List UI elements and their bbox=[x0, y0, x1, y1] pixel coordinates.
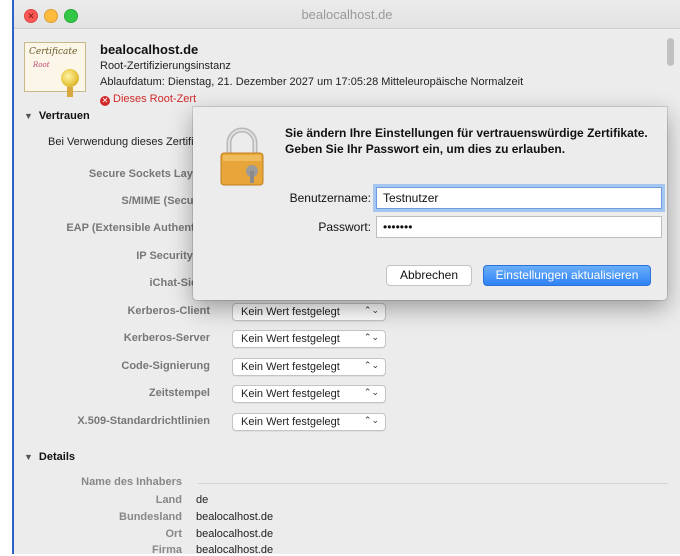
window-title: bealocalhost.de bbox=[301, 7, 393, 22]
certificate-icon: Certificate Root bbox=[24, 42, 86, 97]
chevron-updown-icon: ⌃⌄ bbox=[363, 387, 379, 397]
popup-value: Kein Wert festgelegt bbox=[241, 361, 340, 373]
details-section-toggle[interactable]: ▼ Details bbox=[24, 451, 75, 463]
chevron-updown-icon: ⌃⌄ bbox=[363, 305, 379, 315]
details-value-organization: bealocalhost.de bbox=[196, 544, 274, 556]
details-value-state: bealocalhost.de bbox=[196, 511, 274, 523]
trust-row-label-code-signing: Code-Signierung bbox=[121, 360, 210, 372]
subject-heading: Name des Inhabers bbox=[81, 476, 182, 488]
seal-ribbon bbox=[67, 87, 73, 97]
timestamp-popup[interactable]: Kein Wert festgelegt ⌃⌄ bbox=[232, 385, 386, 403]
details-label-city: Ort bbox=[165, 528, 183, 540]
certificate-warning: ✕ Dieses Root-Zert bbox=[100, 93, 196, 106]
disclosure-triangle-icon: ▼ bbox=[24, 452, 33, 462]
trust-row-label-timestamp: Zeitstempel bbox=[148, 387, 210, 399]
trust-row-label-eap: EAP (Extensible Authentica bbox=[66, 222, 210, 234]
authentication-sheet: Sie ändern Ihre Einstellungen für vertra… bbox=[193, 107, 667, 300]
cancel-button[interactable]: Abbrechen bbox=[386, 265, 472, 286]
code-signing-popup[interactable]: Kein Wert festgelegt ⌃⌄ bbox=[232, 358, 386, 376]
details-value-country: de bbox=[196, 494, 209, 506]
trust-row-label-x509: X.509-Standardrichtlinien bbox=[77, 415, 210, 427]
chevron-updown-icon: ⌃⌄ bbox=[363, 360, 379, 370]
details-label-country: Land bbox=[155, 494, 182, 506]
title-bar: ✕ bealocalhost.de bbox=[14, 0, 680, 29]
certificate-kind: Root-Zertifizierungsinstanz bbox=[100, 60, 231, 72]
disclosure-triangle-icon: ▼ bbox=[24, 111, 33, 121]
kerberos-server-popup[interactable]: Kein Wert festgelegt ⌃⌄ bbox=[232, 330, 386, 348]
details-divider bbox=[198, 483, 668, 484]
certificate-expiry: Ablaufdatum: Dienstag, 21. Dezember 2027… bbox=[100, 76, 524, 88]
lock-icon bbox=[220, 127, 264, 186]
chevron-updown-icon: ⌃⌄ bbox=[363, 415, 379, 425]
kerberos-client-popup[interactable]: Kein Wert festgelegt ⌃⌄ bbox=[232, 303, 386, 321]
warning-icon: ✕ bbox=[100, 96, 110, 106]
popup-value: Kein Wert festgelegt bbox=[241, 306, 340, 318]
trust-heading: Vertrauen bbox=[38, 110, 90, 122]
username-field[interactable]: Testnutzer bbox=[376, 187, 662, 209]
details-heading: Details bbox=[38, 451, 75, 463]
trust-description: Bei Verwendung dieses Zertifi bbox=[48, 136, 194, 148]
seal-icon bbox=[61, 69, 79, 87]
scrollbar[interactable] bbox=[667, 38, 674, 66]
trust-row-label-kerberos-client: Kerberos-Client bbox=[127, 305, 210, 317]
details-label-organization: Firma bbox=[152, 544, 182, 556]
details-value-city: bealocalhost.de bbox=[196, 528, 274, 540]
trust-section-toggle[interactable]: ▼ Vertrauen bbox=[24, 110, 90, 122]
x509-popup[interactable]: Kein Wert festgelegt ⌃⌄ bbox=[232, 413, 386, 431]
certificate-icon-subtext: Root bbox=[33, 61, 50, 69]
dialog-message: Sie ändern Ihre Einstellungen für vertra… bbox=[285, 126, 648, 156]
chevron-updown-icon: ⌃⌄ bbox=[363, 332, 379, 342]
popup-value: Kein Wert festgelegt bbox=[241, 388, 340, 400]
certificate-name: bealocalhost.de bbox=[100, 42, 199, 57]
popup-value: Kein Wert festgelegt bbox=[241, 333, 340, 345]
trust-row-label-ssl: Secure Sockets Layer ( bbox=[88, 168, 210, 180]
update-settings-button[interactable]: Einstellungen aktualisieren bbox=[483, 265, 651, 286]
password-label: Passwort: bbox=[318, 220, 371, 234]
warning-text: Dieses Root-Zert bbox=[113, 93, 197, 105]
certificate-icon-text: Certificate bbox=[29, 47, 78, 57]
username-label: Benutzername: bbox=[289, 191, 371, 205]
popup-value: Kein Wert festgelegt bbox=[241, 416, 340, 428]
details-label-state: Bundesland bbox=[119, 511, 182, 523]
password-field[interactable]: ••••••• bbox=[376, 216, 662, 238]
trust-row-label-kerberos-server: Kerberos-Server bbox=[123, 332, 210, 344]
